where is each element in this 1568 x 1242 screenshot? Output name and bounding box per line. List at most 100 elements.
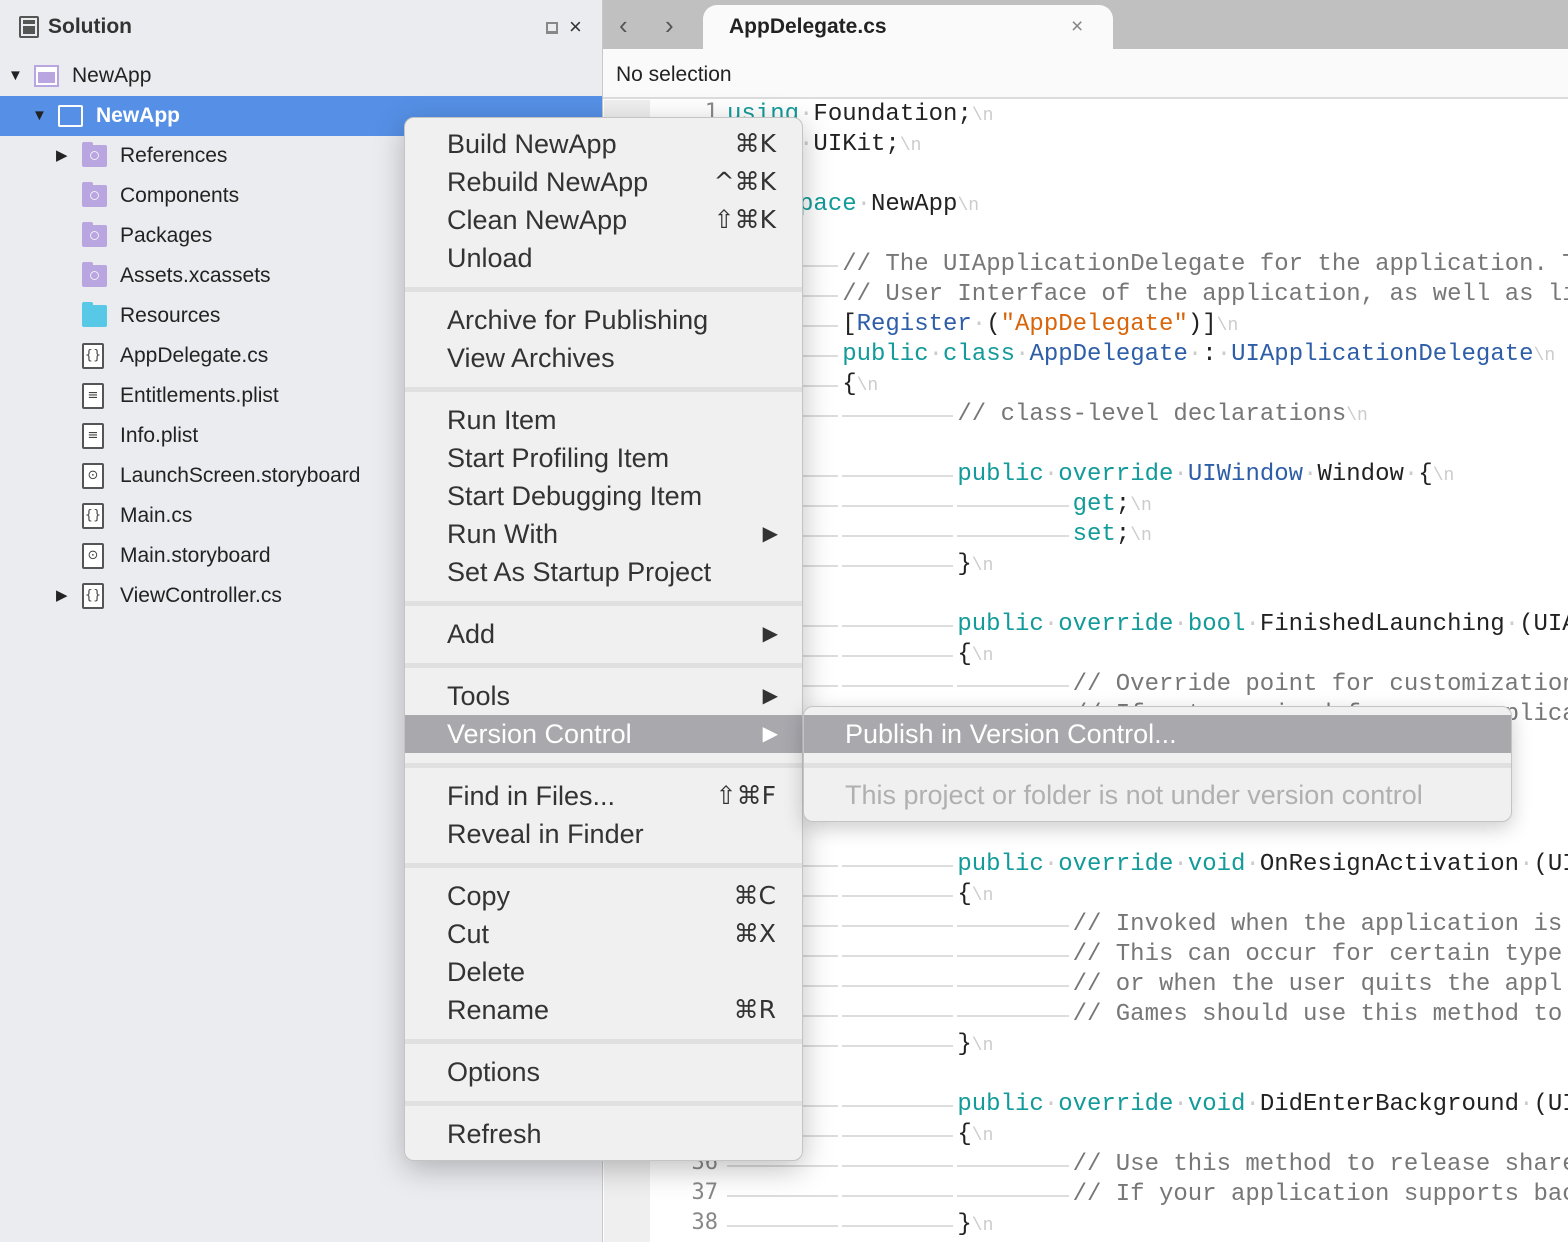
tree-item-label: AppDelegate.cs	[120, 344, 269, 367]
indent-guide	[957, 1000, 1072, 1030]
line-number: 38	[691, 1210, 719, 1235]
menu-item-shortcut: ^⌘K	[713, 167, 776, 196]
menu-item-label: Version Control	[447, 719, 632, 749]
assets-folder-icon	[82, 262, 107, 287]
indent-guide	[727, 1210, 842, 1240]
newline-marker: \n	[971, 886, 994, 906]
collapsed-arrow-icon[interactable]: ▶	[56, 136, 68, 176]
menu-item-start-profiling-item[interactable]: Start Profiling Item	[405, 439, 802, 477]
pad-header: Solution ×	[0, 0, 603, 56]
code-line: }\n	[727, 1210, 993, 1240]
menu-item-label: Start Debugging Item	[447, 481, 703, 511]
menu-item-view-archives[interactable]: View Archives	[405, 339, 802, 377]
tree-item-label: NewApp	[96, 104, 180, 127]
indent-guide	[842, 1150, 957, 1180]
folder-badge-icon	[90, 191, 99, 200]
menu-item-add[interactable]: Add ▶	[405, 615, 802, 653]
code-token: void	[1187, 1091, 1246, 1118]
menu-item-rename[interactable]: Rename ⌘R	[405, 991, 802, 1029]
whitespace-marker: ·	[1403, 461, 1419, 488]
indent-guide	[957, 490, 1072, 520]
menu-item-version-control[interactable]: Version Control ▶	[405, 715, 802, 753]
whitespace-marker: ·	[1245, 851, 1260, 878]
code-token: // Override point for customization	[1072, 671, 1568, 698]
menu-item-label: Run Item	[447, 405, 557, 435]
menu-item-build-newapp[interactable]: Build NewApp ⌘K	[405, 125, 802, 163]
menu-item-start-debugging-item[interactable]: Start Debugging Item	[405, 477, 802, 515]
menu-item-label: View Archives	[447, 343, 615, 373]
tab-bar: ‹ › AppDelegate.cs ×	[603, 0, 1568, 49]
back-button[interactable]: ‹	[619, 10, 628, 41]
menu-item-find-in-files[interactable]: Find in Files... ⇧⌘F	[405, 777, 802, 815]
whitespace-marker: ·	[1173, 611, 1188, 638]
collapsed-arrow-icon[interactable]: ▶	[56, 576, 68, 616]
menu-item-run-item[interactable]: Run Item	[405, 401, 802, 439]
code-token: public	[842, 341, 929, 368]
menu-item-clean-newapp[interactable]: Clean NewApp ⇧⌘K	[405, 201, 802, 239]
code-token: DidEnterBackground	[1259, 1091, 1520, 1118]
submenu-arrow-icon: ▶	[762, 523, 778, 545]
expanded-arrow-icon[interactable]: ▼	[32, 96, 47, 136]
solution-pad-icon	[19, 16, 39, 38]
code-token: UIWindow	[1187, 461, 1304, 488]
menu-item-label: Tools	[447, 681, 511, 711]
menu-item-copy[interactable]: Copy ⌘C	[405, 877, 802, 915]
forward-button[interactable]: ›	[665, 10, 674, 41]
whitespace-marker: ·	[1519, 1091, 1534, 1118]
menu-item-tools[interactable]: Tools ▶	[405, 677, 802, 715]
code-token: :	[1202, 341, 1217, 368]
code-token: Foundation;	[813, 101, 972, 128]
menu-item-label: Cut	[447, 919, 490, 949]
indent-guide	[842, 610, 957, 640]
code-token: bool	[1187, 611, 1246, 638]
whitespace-marker: ·	[1043, 611, 1059, 638]
close-pad-button[interactable]: ×	[569, 14, 582, 40]
whitespace-marker: ·	[1519, 851, 1534, 878]
code-token: class	[943, 341, 1016, 368]
references-folder-icon	[82, 142, 107, 167]
code-token: {	[957, 1121, 972, 1148]
code-token: get	[1072, 491, 1116, 518]
code-token: }	[957, 551, 972, 578]
code-token: // The UIApplicationDelegate for the app…	[842, 251, 1568, 278]
whitespace-marker: ·	[1173, 851, 1188, 878]
menu-item-options[interactable]: Options	[405, 1053, 802, 1091]
tree-item-newapp[interactable]: ▼ NewApp	[0, 56, 602, 96]
whitespace-marker: ·	[1043, 1091, 1059, 1118]
close-tab-icon[interactable]: ×	[1071, 15, 1083, 39]
indent-guide	[842, 400, 957, 430]
tab-appdelegate[interactable]: AppDelegate.cs ×	[703, 5, 1113, 49]
menu-item-refresh[interactable]: Refresh	[405, 1115, 802, 1153]
expanded-arrow-icon[interactable]: ▼	[8, 56, 23, 96]
menu-item-run-with[interactable]: Run With ▶	[405, 515, 802, 553]
menu-item-delete[interactable]: Delete	[405, 953, 802, 991]
code-token: "AppDelegate"	[1000, 311, 1188, 338]
menu-separator	[405, 387, 802, 392]
menu-separator	[804, 763, 1511, 768]
menu-item-reveal-in-finder[interactable]: Reveal in Finder	[405, 815, 802, 853]
path-bar[interactable]: No selection	[603, 49, 1568, 99]
cs-file-icon: {}	[82, 503, 104, 529]
whitespace-marker: ·	[1173, 1091, 1188, 1118]
submenu-arrow-icon: ▶	[762, 623, 778, 645]
menu-item-shortcut: ⌘C	[733, 881, 776, 910]
menu-item-archive-for-publishing[interactable]: Archive for Publishing	[405, 301, 802, 339]
menu-item-set-as-startup-project[interactable]: Set As Startup Project	[405, 553, 802, 591]
code-token: public	[957, 611, 1044, 638]
indent-guide	[842, 490, 957, 520]
components-folder-icon	[82, 182, 107, 207]
menu-item-unload[interactable]: Unload	[405, 239, 802, 277]
whitespace-marker: ·	[1043, 461, 1059, 488]
menu-item-publish-in-version-control[interactable]: Publish in Version Control...	[804, 715, 1511, 753]
code-line: public·override·void·DidEnterBackground·…	[727, 1090, 1568, 1120]
tree-item-label: Main.cs	[120, 504, 193, 527]
menu-item-cut[interactable]: Cut ⌘X	[405, 915, 802, 953]
code-token: // class-level declarations	[957, 401, 1347, 428]
menu-item-label: Rebuild NewApp	[447, 167, 649, 197]
menu-item-rebuild-newapp[interactable]: Rebuild NewApp ^⌘K	[405, 163, 802, 201]
code-token: // Games should use this method to	[1072, 1001, 1563, 1028]
code-token: override	[1058, 461, 1174, 488]
code-line: // If your application supports bac	[727, 1180, 1568, 1210]
code-token: Window	[1317, 461, 1404, 488]
maximize-pad-button[interactable]	[546, 22, 558, 34]
